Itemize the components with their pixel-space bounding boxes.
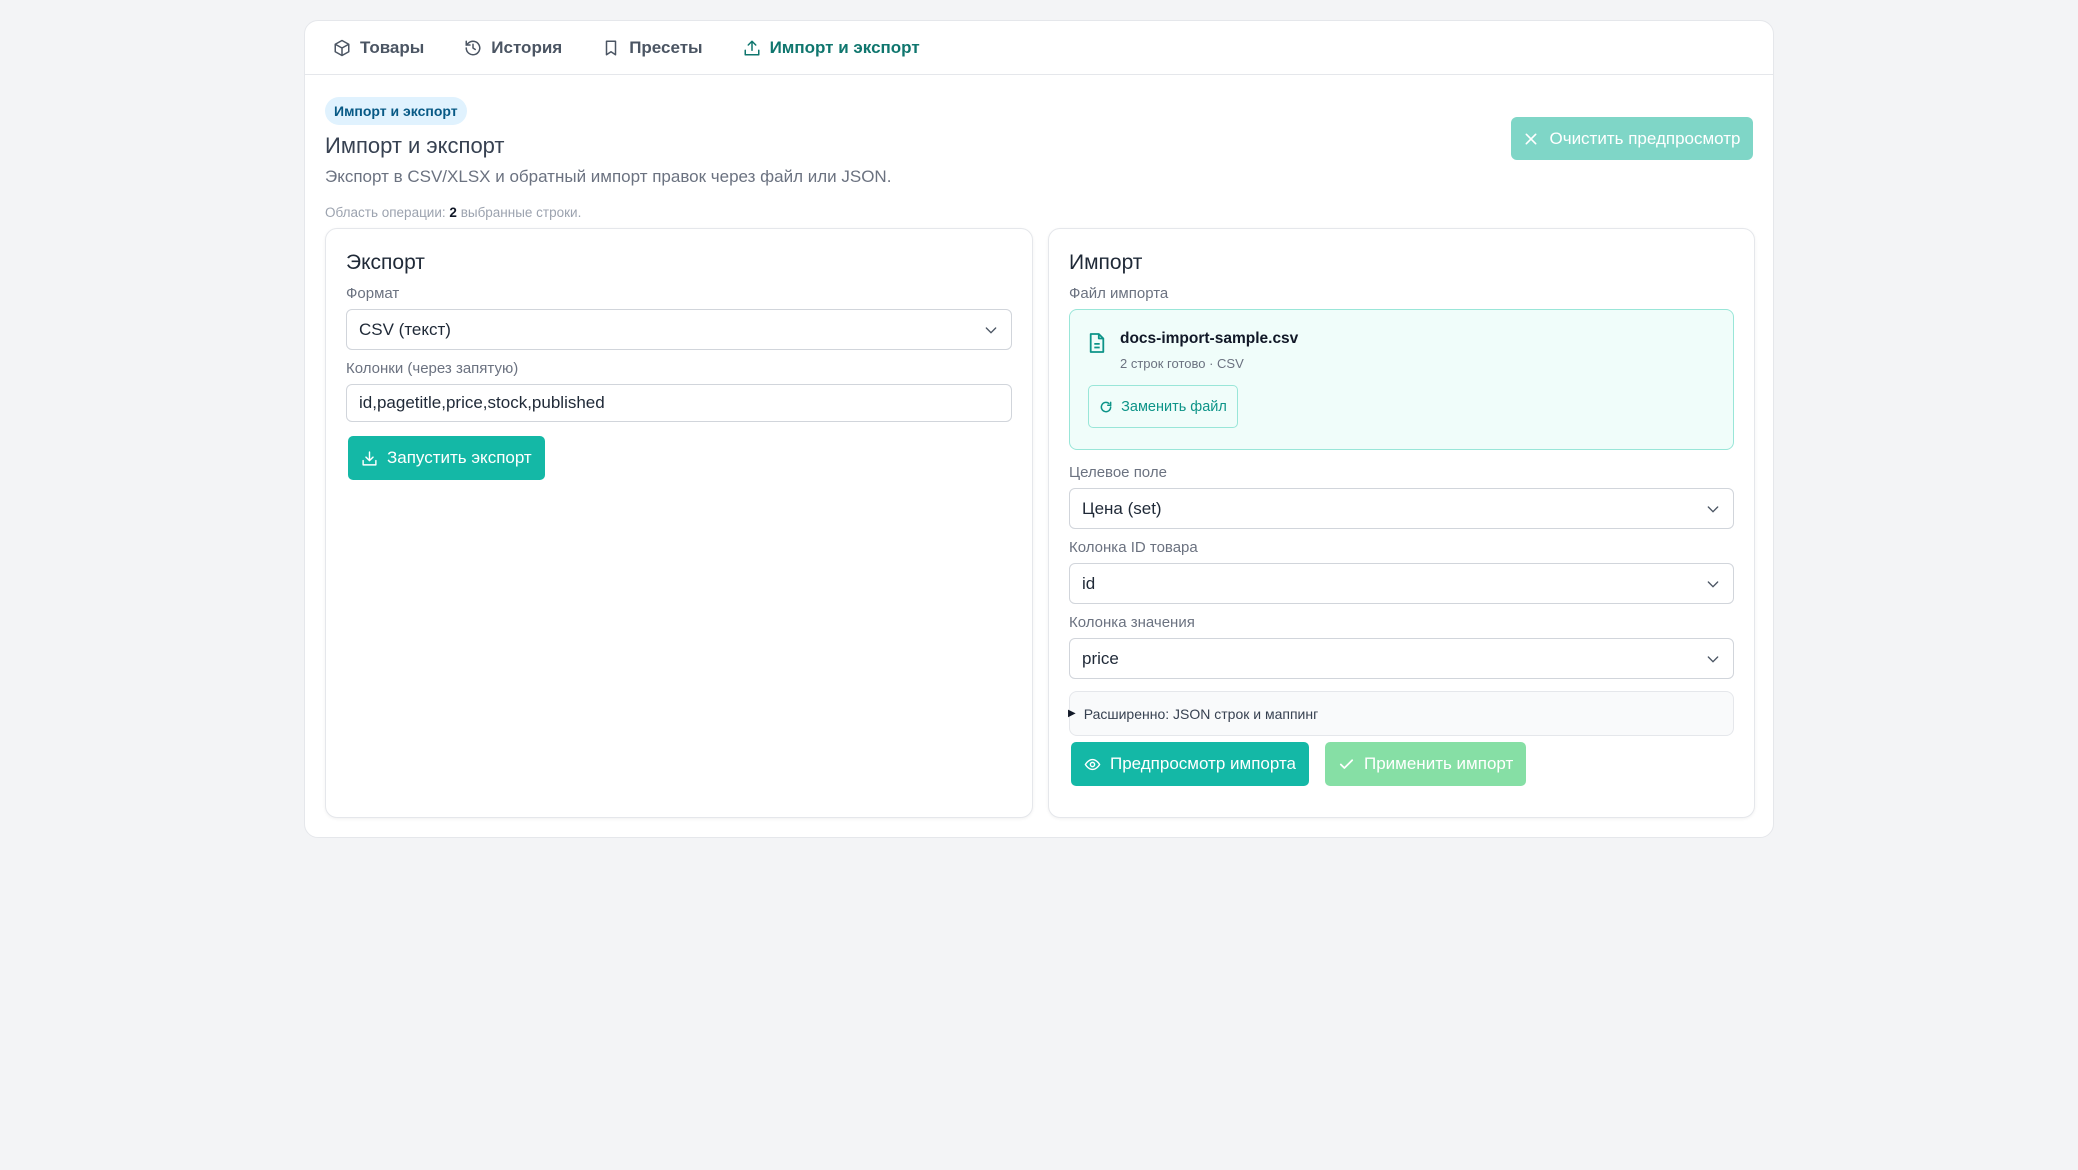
box-icon	[333, 39, 351, 57]
close-icon	[1523, 131, 1539, 147]
file-meta: 2 строк готово · CSV	[1120, 356, 1244, 371]
tab-import-export[interactable]: Импорт и экспорт	[743, 38, 920, 58]
import-title: Импорт	[1069, 251, 1143, 274]
columns-label: Колонки (через запятую)	[346, 360, 519, 377]
tab-presets[interactable]: Пресеты	[602, 37, 703, 58]
download-icon	[361, 450, 378, 467]
section-badge: Импорт и экспорт	[325, 97, 467, 125]
page-header: Импорт и экспорт Импорт и экспорт Экспор…	[325, 97, 1753, 220]
target-field-select[interactable]: Цена (set)	[1069, 488, 1734, 529]
file-icon	[1088, 330, 1106, 354]
columns-value: id,pagetitle,price,stock,published	[359, 393, 605, 412]
scope-count: 2	[449, 205, 457, 220]
refresh-icon	[1099, 400, 1113, 414]
chevron-down-icon	[1705, 651, 1721, 667]
value-column-label: Колонка значения	[1069, 614, 1195, 631]
run-export-button[interactable]: Запустить экспорт	[348, 436, 545, 480]
tab-history-label: История	[491, 37, 563, 57]
scope-prefix: Область операции:	[325, 205, 446, 220]
id-column-select[interactable]: id	[1069, 563, 1734, 604]
export-title: Экспорт	[346, 251, 425, 274]
import-file-label: Файл импорта	[1069, 285, 1169, 302]
clear-preview-button[interactable]: Очистить предпросмотр	[1511, 117, 1753, 160]
advanced-details-toggle[interactable]: ▶ Расширенно: JSON строк и маппинг	[1068, 691, 1734, 736]
chevron-down-icon	[1705, 501, 1721, 517]
history-icon	[464, 39, 482, 57]
format-label: Формат	[346, 285, 400, 302]
file-name: docs-import-sample.csv	[1120, 330, 1299, 347]
chevron-down-icon	[1705, 576, 1721, 592]
target-field-value: Цена (set)	[1082, 498, 1162, 518]
apply-import-button[interactable]: Применить импорт	[1325, 742, 1527, 786]
tab-presets-label: Пресеты	[629, 37, 703, 57]
tab-history[interactable]: История	[464, 38, 562, 58]
columns-input[interactable]: id,pagetitle,price,stock,published	[346, 384, 1012, 422]
preview-import-label: Предпросмотр импорта	[1110, 754, 1296, 773]
tab-bar: Товары История Пресеты Импорт и экспорт	[305, 21, 1773, 75]
app-window: Товары История Пресеты Импорт и экспорт …	[304, 20, 1774, 838]
check-icon	[1338, 756, 1355, 773]
target-field-label: Целевое поле	[1069, 464, 1167, 481]
id-column-value: id	[1082, 573, 1096, 593]
triangle-right-icon: ▶	[1068, 708, 1076, 719]
upload-icon	[743, 39, 761, 57]
format-select[interactable]: CSV (текст)	[346, 309, 1012, 350]
advanced-details-label: Расширенно: JSON строк и маппинг	[1083, 705, 1319, 722]
export-card: Экспорт Формат CSV (текст) Колонки (чере…	[325, 228, 1033, 818]
format-value: CSV (текст)	[359, 319, 451, 339]
id-column-label: Колонка ID товара	[1069, 539, 1198, 556]
import-file-box: docs-import-sample.csv 2 строк готово · …	[1069, 309, 1734, 450]
value-column-value: price	[1082, 648, 1119, 668]
chevron-down-icon	[983, 322, 999, 338]
scope-suffix: выбранные строки.	[460, 205, 582, 220]
operation-scope: Область операции: 2 выбранные строки.	[325, 205, 1753, 220]
page-description: Экспорт в CSV/XLSX и обратный импорт пра…	[325, 167, 892, 186]
eye-icon	[1084, 756, 1101, 773]
tab-products-label: Товары	[360, 37, 425, 57]
replace-file-button[interactable]: Заменить файл	[1088, 385, 1238, 428]
run-export-label: Запустить экспорт	[387, 448, 532, 467]
preview-import-button[interactable]: Предпросмотр импорта	[1071, 742, 1309, 786]
replace-file-label: Заменить файл	[1121, 398, 1227, 415]
value-column-select[interactable]: price	[1069, 638, 1734, 679]
apply-import-label: Применить импорт	[1364, 754, 1514, 773]
tab-import-export-label: Импорт и экспорт	[769, 37, 920, 57]
tab-products[interactable]: Товары	[333, 38, 424, 58]
import-card: Импорт Файл импорта docs-import-sample.c…	[1048, 228, 1755, 818]
clear-preview-label: Очистить предпросмотр	[1549, 128, 1741, 148]
bookmark-icon	[602, 39, 620, 57]
